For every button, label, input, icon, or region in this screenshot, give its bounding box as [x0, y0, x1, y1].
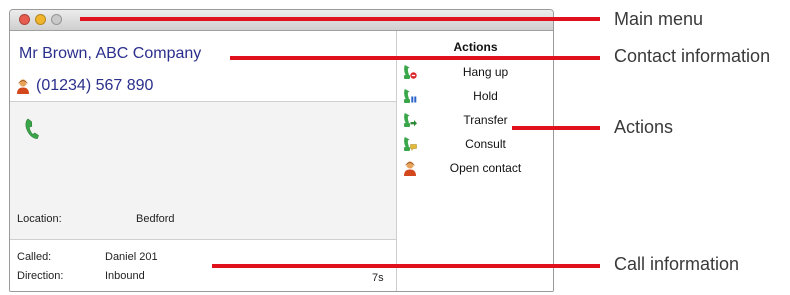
divider [10, 239, 396, 240]
direction-label: Direction: [17, 270, 64, 282]
close-button[interactable] [19, 14, 30, 25]
consult-icon [404, 137, 417, 152]
called-label: Called: [17, 251, 52, 263]
main-menu-callout: Main menu [614, 9, 704, 29]
minimize-button[interactable] [35, 14, 46, 25]
call-information-callout-line [212, 264, 600, 268]
transfer-label: Transfer [463, 113, 508, 127]
consult-label: Consult [465, 137, 506, 151]
hold-icon [404, 89, 417, 103]
contact-information-callout-line [230, 56, 600, 60]
hold-action[interactable]: Hold [397, 86, 553, 106]
consult-action[interactable]: Consult [397, 134, 553, 154]
hang-up-icon [404, 65, 417, 79]
direction-value: Inbound [105, 270, 145, 282]
phone-handset-icon [25, 118, 39, 139]
call-panel: Mr Brown, ABC Company (01234) 567 890 Lo… [10, 31, 396, 291]
actions-panel: Actions Hang up Hold Transfer Consult Op… [396, 31, 553, 291]
zoom-button[interactable] [51, 14, 62, 25]
contact-phone-number: (01234) 567 890 [36, 77, 154, 94]
transfer-icon [404, 113, 417, 127]
called-value: Daniel 201 [105, 251, 158, 263]
open-contact-icon [404, 161, 416, 176]
contact-name: Mr Brown, ABC Company [19, 45, 202, 62]
call-duration: 7s [372, 272, 384, 284]
actions-callout-line [512, 126, 600, 130]
call-status-area: Location: Bedford [10, 102, 396, 239]
call-information-callout: Call information [614, 254, 740, 274]
location-label: Location: [17, 213, 62, 225]
main-menu-callout-line [80, 17, 600, 21]
person-icon [17, 79, 29, 94]
actions-header: Actions [453, 40, 498, 54]
contact-phone-row: (01234) 567 890 [16, 77, 153, 95]
hang-up-action[interactable]: Hang up [397, 62, 553, 82]
hold-label: Hold [473, 89, 498, 103]
open-contact-action[interactable]: Open contact [397, 158, 553, 178]
contact-information-callout: Contact information [614, 46, 771, 66]
location-value: Bedford [136, 213, 175, 225]
softphone-window: Mr Brown, ABC Company (01234) 567 890 Lo… [9, 9, 554, 292]
actions-callout: Actions [614, 117, 674, 137]
hang-up-label: Hang up [462, 65, 509, 79]
open-contact-label: Open contact [449, 161, 522, 175]
